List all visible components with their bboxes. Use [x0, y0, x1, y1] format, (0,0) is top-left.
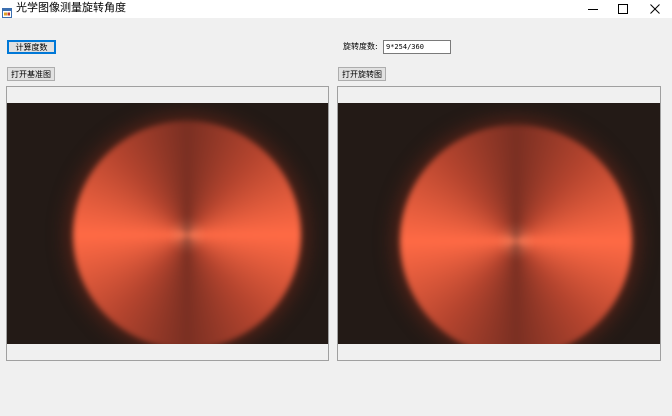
- open-base-image-button[interactable]: 打开基准图: [7, 67, 55, 81]
- rotated-image-picturebox: [337, 86, 661, 361]
- rotation-angle-field[interactable]: 9*254/360: [383, 40, 451, 54]
- calculate-angle-button[interactable]: 计算度数: [7, 40, 56, 54]
- app-form-icon: [2, 3, 12, 18]
- title-bar[interactable]: 光学图像测量旋转角度: [0, 0, 672, 18]
- rotated-image: [338, 103, 660, 344]
- rotation-angle-label: 旋转度数:: [343, 42, 378, 51]
- base-image: [7, 103, 328, 344]
- close-button[interactable]: [638, 0, 672, 18]
- close-icon: [650, 4, 660, 14]
- base-image-picturebox: [6, 86, 329, 361]
- rotated-polarization-disc: [400, 125, 632, 344]
- window-title: 光学图像测量旋转角度: [16, 1, 126, 14]
- open-rotated-image-button[interactable]: 打开旋转图: [338, 67, 386, 81]
- base-polarization-disc: [73, 121, 301, 344]
- main-window: 光学图像测量旋转角度 计算度数 旋转度数: 9*254/360 打开基准图 打开…: [0, 0, 672, 416]
- maximize-icon: [618, 4, 628, 14]
- maximize-button[interactable]: [606, 0, 640, 18]
- minimize-icon: [588, 4, 598, 14]
- minimize-button[interactable]: [576, 0, 610, 18]
